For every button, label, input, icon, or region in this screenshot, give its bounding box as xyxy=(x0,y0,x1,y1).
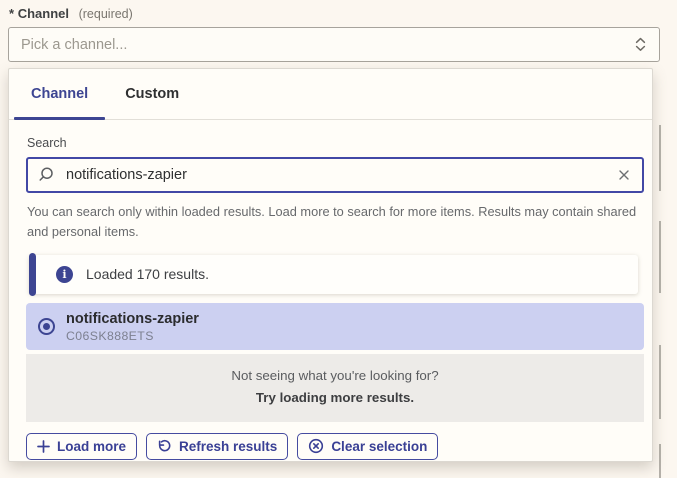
radio-dot xyxy=(43,323,50,330)
clear-selection-label: Clear selection xyxy=(331,439,427,454)
tab-custom[interactable]: Custom xyxy=(108,69,196,119)
search-helper-text: You can search only within loaded result… xyxy=(27,202,643,243)
background-field-edge xyxy=(659,221,661,293)
close-icon xyxy=(617,168,631,182)
load-more-button[interactable]: Load more xyxy=(26,433,137,460)
channel-select[interactable]: Pick a channel... xyxy=(8,27,660,62)
dropdown-tabs: Channel Custom xyxy=(9,69,652,120)
field-label: Channel xyxy=(18,6,69,21)
info-icon: i xyxy=(56,266,73,283)
option-text: notifications-zapier C06SK888ETS xyxy=(66,310,199,343)
option-id: C06SK888ETS xyxy=(66,329,199,343)
required-note: (required) xyxy=(79,7,133,21)
refresh-icon xyxy=(157,439,172,454)
background-field-edge xyxy=(659,345,661,419)
alert-accent-bar xyxy=(29,253,36,296)
required-asterisk: * xyxy=(9,6,14,21)
hint-line2: Try loading more results. xyxy=(36,387,634,409)
alert-text: Loaded 170 results. xyxy=(86,266,209,282)
tab-channel[interactable]: Channel xyxy=(14,69,105,119)
refresh-results-button[interactable]: Refresh results xyxy=(146,433,288,460)
refresh-results-label: Refresh results xyxy=(179,439,277,454)
dropdown-body: Search You can search only within loaded… xyxy=(9,120,652,460)
chevron-up-down-icon xyxy=(634,36,647,53)
background-field-edge xyxy=(659,125,661,191)
search-input[interactable] xyxy=(26,157,644,193)
clear-circle-icon xyxy=(308,438,324,454)
load-more-label: Load more xyxy=(57,439,126,454)
dropdown-actions: Load more Refresh results xyxy=(26,433,644,460)
search-field xyxy=(26,157,644,193)
plus-icon xyxy=(37,440,50,453)
field-label-row: * Channel (required) xyxy=(9,6,133,21)
background-field-edge xyxy=(659,444,661,478)
load-more-hint: Not seeing what you're looking for? Try … xyxy=(26,354,644,422)
clear-search-button[interactable] xyxy=(612,165,636,185)
search-label: Search xyxy=(27,136,644,150)
radio-button-selected[interactable] xyxy=(38,318,55,335)
clear-selection-button[interactable]: Clear selection xyxy=(297,433,438,460)
option-title: notifications-zapier xyxy=(66,310,199,328)
channel-dropdown-panel: Channel Custom Search Y xyxy=(8,68,653,462)
channel-option-row[interactable]: notifications-zapier C06SK888ETS xyxy=(26,303,644,350)
tab-channel-label: Channel xyxy=(31,86,88,102)
loaded-results-alert: i Loaded 170 results. xyxy=(29,255,638,294)
tab-custom-label: Custom xyxy=(125,86,179,102)
select-placeholder: Pick a channel... xyxy=(21,37,634,53)
hint-line1: Not seeing what you're looking for? xyxy=(36,365,634,387)
